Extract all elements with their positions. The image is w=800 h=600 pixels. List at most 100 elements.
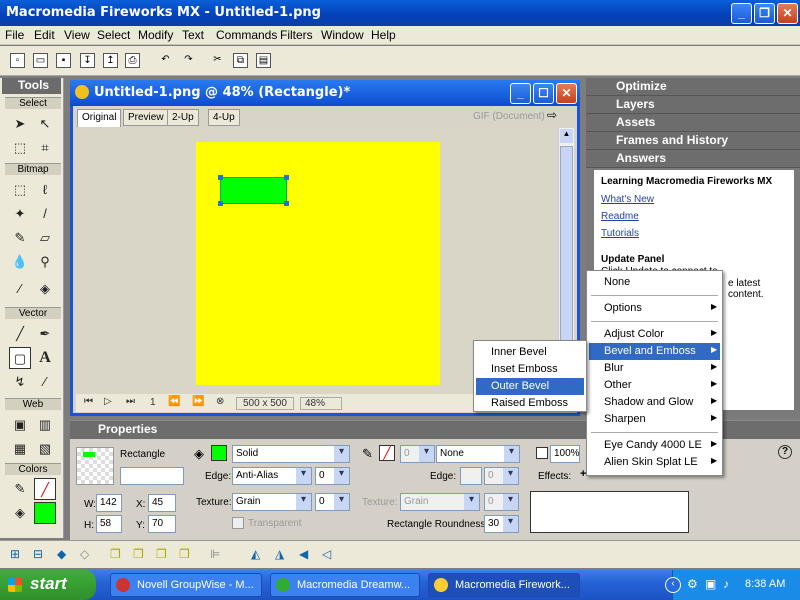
hide-slices-icon[interactable]: ▦	[9, 438, 31, 460]
bevel-raised-emboss[interactable]: Raised Emboss	[476, 395, 584, 412]
effect-other[interactable]: Other	[589, 377, 720, 394]
open-folder-icon[interactable]: ▭	[33, 53, 48, 68]
save-icon[interactable]: ▪	[56, 53, 71, 68]
panel-frames-history[interactable]: Frames and History	[586, 132, 800, 150]
paste-icon[interactable]: ▤	[256, 53, 271, 68]
menu-file[interactable]: File	[5, 28, 24, 42]
menu-commands[interactable]: Commands	[216, 28, 277, 42]
panel-assets[interactable]: Assets	[586, 114, 800, 132]
ungroup-icon[interactable]: ⊟	[33, 547, 43, 561]
pencil-tool-icon[interactable]: ✎	[9, 227, 31, 249]
canvas-size[interactable]: 500 x 500	[236, 397, 294, 410]
print-icon[interactable]: ⎙	[125, 53, 140, 68]
minimize-button[interactable]: _	[731, 3, 752, 24]
slice-tool-icon[interactable]: ▥	[34, 414, 56, 436]
menu-help[interactable]: Help	[371, 28, 396, 42]
panel-optimize[interactable]: Optimize	[586, 78, 800, 96]
blur-tool-icon[interactable]: 💧	[9, 251, 31, 273]
effects-list[interactable]	[530, 491, 689, 533]
menu-select[interactable]: Select	[97, 28, 130, 42]
edge-select[interactable]: Anti-Alias	[232, 467, 312, 485]
object-name-input[interactable]	[120, 467, 184, 485]
group-icon[interactable]: ⊞	[10, 547, 20, 561]
first-frame-icon[interactable]: ⏮	[84, 396, 93, 407]
rotate-right-icon[interactable]: ◮	[275, 547, 284, 561]
flip-horizontal-icon[interactable]: ◀	[299, 547, 308, 561]
link-whats-new[interactable]: What's New	[601, 194, 654, 205]
rubber-stamp-tool-icon[interactable]: ⚲	[34, 251, 56, 273]
magic-wand-tool-icon[interactable]: ✦	[9, 203, 31, 225]
eraser-tool-icon[interactable]: ▱	[34, 227, 56, 249]
close-button[interactable]: ✕	[777, 3, 798, 24]
y-input[interactable]: 70	[148, 515, 176, 533]
handle-bl[interactable]	[218, 201, 223, 206]
new-file-icon[interactable]: ▫	[10, 53, 25, 68]
effect-sharpen[interactable]: Sharpen	[589, 411, 720, 428]
prev-frame-icon[interactable]: ⏪	[168, 396, 180, 407]
bevel-outer[interactable]: Outer Bevel	[476, 378, 584, 395]
help-icon[interactable]: ?	[778, 445, 792, 459]
stroke-texture-input[interactable]: 0	[484, 493, 519, 511]
stroke-texture-select[interactable]: Grain	[400, 493, 480, 511]
rotate-left-icon[interactable]: ◭	[251, 547, 260, 561]
freeform-tool-icon[interactable]: ↯	[9, 371, 31, 393]
tab-preview[interactable]: Preview	[123, 109, 169, 126]
line-tool-icon[interactable]: ╱	[9, 323, 31, 345]
effect-shadow-glow[interactable]: Shadow and Glow	[589, 394, 720, 411]
stop-icon[interactable]: ⊗	[216, 396, 224, 407]
app-title-bar[interactable]: Macromedia Fireworks MX - Untitled-1.png…	[0, 0, 800, 26]
bring-front-icon[interactable]: ❐	[110, 547, 121, 561]
x-input[interactable]: 45	[148, 494, 176, 512]
text-tool-icon[interactable]: A	[34, 347, 56, 369]
hotspot-tool-icon[interactable]: ▣	[9, 414, 31, 436]
task-fireworks[interactable]: Macromedia Firework...	[428, 573, 580, 597]
start-button[interactable]: start	[0, 570, 96, 600]
doc-maximize-button[interactable]: ☐	[533, 83, 554, 104]
menu-filters[interactable]: Filters	[280, 28, 313, 42]
fill-swatch[interactable]	[34, 502, 56, 524]
handle-br[interactable]	[284, 201, 289, 206]
paint-bucket-tool-icon[interactable]: ◈	[34, 278, 56, 300]
pen-tool-icon[interactable]: ✒	[34, 323, 56, 345]
lasso-tool-icon[interactable]: ℓ	[34, 179, 56, 201]
handle-tl[interactable]	[218, 175, 223, 180]
next-frame-icon[interactable]: ⏩	[192, 396, 204, 407]
bevel-inset-emboss[interactable]: Inset Emboss	[476, 361, 584, 378]
stroke-swatch[interactable]: ╱	[34, 478, 56, 500]
bevel-inner[interactable]: Inner Bevel	[476, 344, 584, 361]
knife-tool-icon[interactable]: ⁄	[34, 371, 56, 393]
doc-close-button[interactable]: ✕	[556, 83, 577, 104]
green-rectangle[interactable]	[220, 177, 287, 204]
menu-view[interactable]: View	[64, 28, 90, 42]
show-slices-icon[interactable]: ▧	[34, 438, 56, 460]
marquee-tool-icon[interactable]: ⬚	[9, 179, 31, 201]
effect-blur[interactable]: Blur	[589, 360, 720, 377]
crop-tool-icon[interactable]: ⌗	[34, 137, 56, 159]
stroke-color-icon[interactable]: ✎	[9, 478, 31, 500]
menu-edit[interactable]: Edit	[34, 28, 55, 42]
canvas[interactable]	[196, 142, 440, 385]
stroke-type-select[interactable]: None	[436, 445, 520, 463]
document-title-bar[interactable]: Untitled-1.png @ 48% (Rectangle)* _ ☐ ✕	[70, 80, 580, 106]
menu-window[interactable]: Window	[321, 28, 364, 42]
tray-security-icon[interactable]: ▣	[705, 577, 716, 591]
menu-text[interactable]: Text	[182, 28, 204, 42]
rectangle-tool-icon[interactable]: ▢	[9, 347, 31, 369]
effect-eye-candy[interactable]: Eye Candy 4000 LE	[589, 437, 720, 454]
width-input[interactable]: 142	[96, 494, 122, 512]
roundness-input[interactable]: 30	[484, 515, 519, 533]
bring-forward-icon[interactable]: ❐	[133, 547, 144, 561]
send-back-icon[interactable]: ❐	[179, 547, 190, 561]
effect-options[interactable]: Options	[589, 300, 720, 317]
split-icon[interactable]: ◇	[80, 547, 89, 561]
tray-volume-icon[interactable]: ♪	[723, 577, 729, 591]
subselect-tool-icon[interactable]: ↖	[34, 113, 56, 135]
import-icon[interactable]: ↧	[80, 53, 95, 68]
scale-tool-icon[interactable]: ⬚	[9, 137, 31, 159]
effect-adjust-color[interactable]: Adjust Color	[589, 326, 720, 343]
transparent-checkbox[interactable]	[232, 517, 244, 529]
link-tutorials[interactable]: Tutorials	[601, 228, 639, 239]
task-dreamweaver[interactable]: Macromedia Dreamw...	[270, 573, 420, 597]
fill-color-swatch[interactable]	[211, 445, 227, 461]
join-icon[interactable]: ◆	[57, 547, 66, 561]
